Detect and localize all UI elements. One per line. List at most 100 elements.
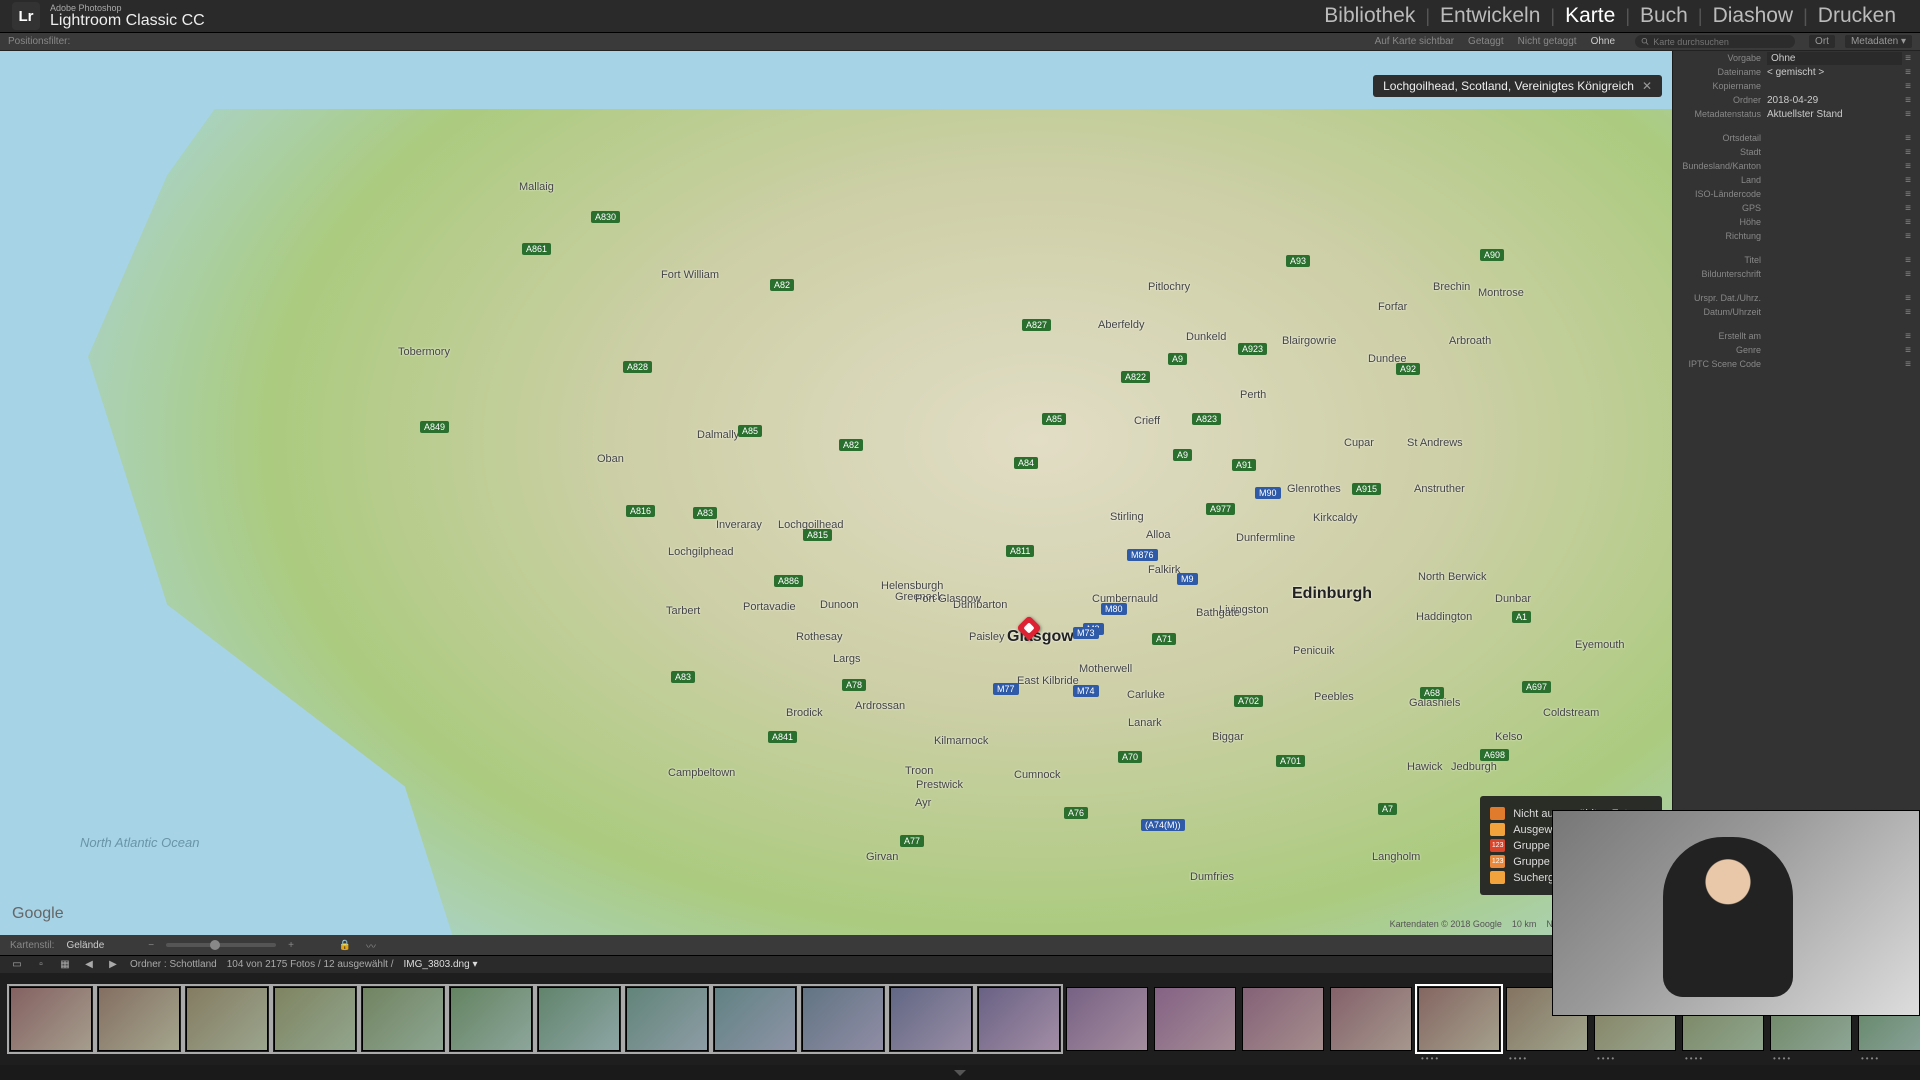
- main-window-icon[interactable]: ▭: [10, 958, 24, 972]
- module-diashow[interactable]: Diashow: [1703, 4, 1804, 28]
- metadata-value[interactable]: < gemischt >: [1767, 67, 1902, 78]
- ocean-label: North Atlantic Ocean: [80, 835, 199, 850]
- metadata-label: Bundesland/Kanton: [1679, 161, 1767, 171]
- lock-icon[interactable]: 🔒: [338, 938, 352, 952]
- zoom-slider[interactable]: [166, 943, 276, 947]
- road-shield: A76: [1064, 807, 1088, 819]
- map-canvas[interactable]: North Atlantic Ocean EdinburghGlasgowDun…: [0, 51, 1672, 935]
- nav-forward-icon[interactable]: ▶: [106, 958, 120, 972]
- preset-menu-icon[interactable]: ≡: [1902, 53, 1914, 64]
- filmstrip-thumb[interactable]: [362, 987, 444, 1051]
- map-city-label: Forfar: [1378, 301, 1407, 313]
- secondary-window-icon[interactable]: ▫: [34, 958, 48, 972]
- module-drucken[interactable]: Drucken: [1808, 4, 1906, 28]
- position-filter-opt[interactable]: Nicht getaggt: [1518, 36, 1577, 47]
- metadata-label: Ortsdetail: [1679, 133, 1767, 143]
- nav-back-icon[interactable]: ◀: [82, 958, 96, 972]
- metadata-menu-icon[interactable]: ≡: [1902, 161, 1914, 172]
- metadata-menu-icon[interactable]: ≡: [1902, 331, 1914, 342]
- thumb-rating: ••••: [1509, 1054, 1528, 1063]
- filmstrip-thumb[interactable]: [978, 987, 1060, 1051]
- tracklog-icon[interactable]: 〰: [364, 938, 378, 952]
- source-path[interactable]: Ordner : Schottland: [130, 959, 217, 970]
- zoom-out-button[interactable]: −: [148, 940, 154, 951]
- metadata-menu-icon[interactable]: ≡: [1902, 67, 1914, 78]
- metadata-menu-icon[interactable]: ≡: [1902, 217, 1914, 228]
- metadata-menu-icon[interactable]: ≡: [1902, 189, 1914, 200]
- current-filename[interactable]: IMG_3803.dng ▾: [404, 959, 478, 970]
- metadata-menu-icon[interactable]: ≡: [1902, 95, 1914, 106]
- filmstrip-thumb[interactable]: [802, 987, 884, 1051]
- filmstrip-thumb[interactable]: [1154, 987, 1236, 1051]
- filmstrip-thumb[interactable]: [186, 987, 268, 1051]
- ort-dropdown[interactable]: Ort: [1809, 35, 1835, 48]
- map-city-label: Portavadie: [743, 601, 796, 613]
- metadata-label: Datum/Uhrzeit: [1679, 307, 1767, 317]
- filmstrip-thumb[interactable]: [1066, 987, 1148, 1051]
- webcam-person: [1663, 837, 1793, 997]
- position-filter-opt[interactable]: Ohne: [1591, 36, 1615, 47]
- position-filter-opt[interactable]: Getaggt: [1468, 36, 1504, 47]
- road-shield: A93: [1286, 255, 1310, 267]
- filmstrip-thumb[interactable]: [274, 987, 356, 1051]
- filmstrip-thumb[interactable]: [890, 987, 972, 1051]
- road-shield: A85: [738, 425, 762, 437]
- road-shield: A923: [1238, 343, 1267, 355]
- road-shield: A68: [1420, 687, 1444, 699]
- map-city-label: Bathgate: [1196, 607, 1240, 619]
- filmstrip-thumb[interactable]: [1330, 987, 1412, 1051]
- map-city-label: Dunkeld: [1186, 331, 1226, 343]
- module-buch[interactable]: Buch: [1630, 4, 1698, 28]
- module-karte[interactable]: Karte: [1555, 4, 1625, 28]
- metadata-menu-icon[interactable]: ≡: [1902, 307, 1914, 318]
- metadata-menu-icon[interactable]: ≡: [1902, 203, 1914, 214]
- metadata-menu-icon[interactable]: ≡: [1902, 175, 1914, 186]
- metadaten-dropdown[interactable]: Metadaten ▾: [1845, 35, 1912, 48]
- filmstrip-thumb[interactable]: [450, 987, 532, 1051]
- map-city-label: Prestwick: [916, 779, 963, 791]
- module-bibliothek[interactable]: Bibliothek: [1314, 4, 1425, 28]
- metadata-menu-icon[interactable]: ≡: [1902, 231, 1914, 242]
- filmstrip-thumb[interactable]: [714, 987, 796, 1051]
- filmstrip-thumb[interactable]: [538, 987, 620, 1051]
- map-city-label: Port Glasgow: [915, 593, 981, 605]
- metadata-label: Land: [1679, 175, 1767, 185]
- filmstrip-thumb[interactable]: ••••: [1418, 987, 1500, 1051]
- map-style-dropdown[interactable]: Gelände: [66, 940, 104, 951]
- bottom-panel-toggle[interactable]: [0, 1065, 1920, 1080]
- metadata-menu-icon[interactable]: ≡: [1902, 269, 1914, 280]
- filmstrip-thumb[interactable]: [626, 987, 708, 1051]
- metadata-value[interactable]: 2018-04-29: [1767, 95, 1902, 106]
- map-filterbar: Positionsfilter: Auf Karte sichtbarGetag…: [0, 33, 1920, 51]
- metadata-menu-icon[interactable]: ≡: [1902, 345, 1914, 356]
- filmstrip-thumb[interactable]: [1242, 987, 1324, 1051]
- map-city-label: Falkirk: [1148, 564, 1180, 576]
- map-city-label: Montrose: [1478, 287, 1524, 299]
- metadata-menu-icon[interactable]: ≡: [1902, 293, 1914, 304]
- metadata-row: Ortsdetail ≡: [1673, 131, 1920, 145]
- map-search-input[interactable]: [1653, 37, 1789, 47]
- metadata-menu-icon[interactable]: ≡: [1902, 147, 1914, 158]
- metadata-menu-icon[interactable]: ≡: [1902, 133, 1914, 144]
- position-filter-opt[interactable]: Auf Karte sichtbar: [1375, 36, 1454, 47]
- location-chip[interactable]: Lochgoilhead, Scotland, Vereinigtes Köni…: [1373, 75, 1662, 97]
- metadata-menu-icon[interactable]: ≡: [1902, 359, 1914, 370]
- map-city-label: Ardrossan: [855, 700, 905, 712]
- preset-dropdown[interactable]: Ohne: [1767, 52, 1902, 65]
- filmstrip-thumb[interactable]: [10, 987, 92, 1051]
- metadata-menu-icon[interactable]: ≡: [1902, 255, 1914, 266]
- module-entwickeln[interactable]: Entwickeln: [1430, 4, 1550, 28]
- metadata-menu-icon[interactable]: ≡: [1902, 81, 1914, 92]
- location-chip-close-icon[interactable]: ✕: [1642, 79, 1652, 93]
- grid-view-icon[interactable]: ▦: [58, 958, 72, 972]
- position-filter-options: Auf Karte sichtbar Getaggt Nicht getaggt Oh…: [1375, 36, 1615, 47]
- metadata-row: Genre≡: [1673, 343, 1920, 357]
- metadata-label: Metadatenstatus: [1679, 109, 1767, 119]
- road-shield: A91: [1232, 459, 1256, 471]
- zoom-in-button[interactable]: +: [288, 940, 294, 951]
- map-search-field[interactable]: [1635, 35, 1795, 48]
- metadata-value[interactable]: Aktuellster Stand: [1767, 109, 1902, 120]
- filmstrip-thumb[interactable]: [98, 987, 180, 1051]
- metadata-row: Stadt≡: [1673, 145, 1920, 159]
- metadata-menu-icon[interactable]: ≡: [1902, 109, 1914, 120]
